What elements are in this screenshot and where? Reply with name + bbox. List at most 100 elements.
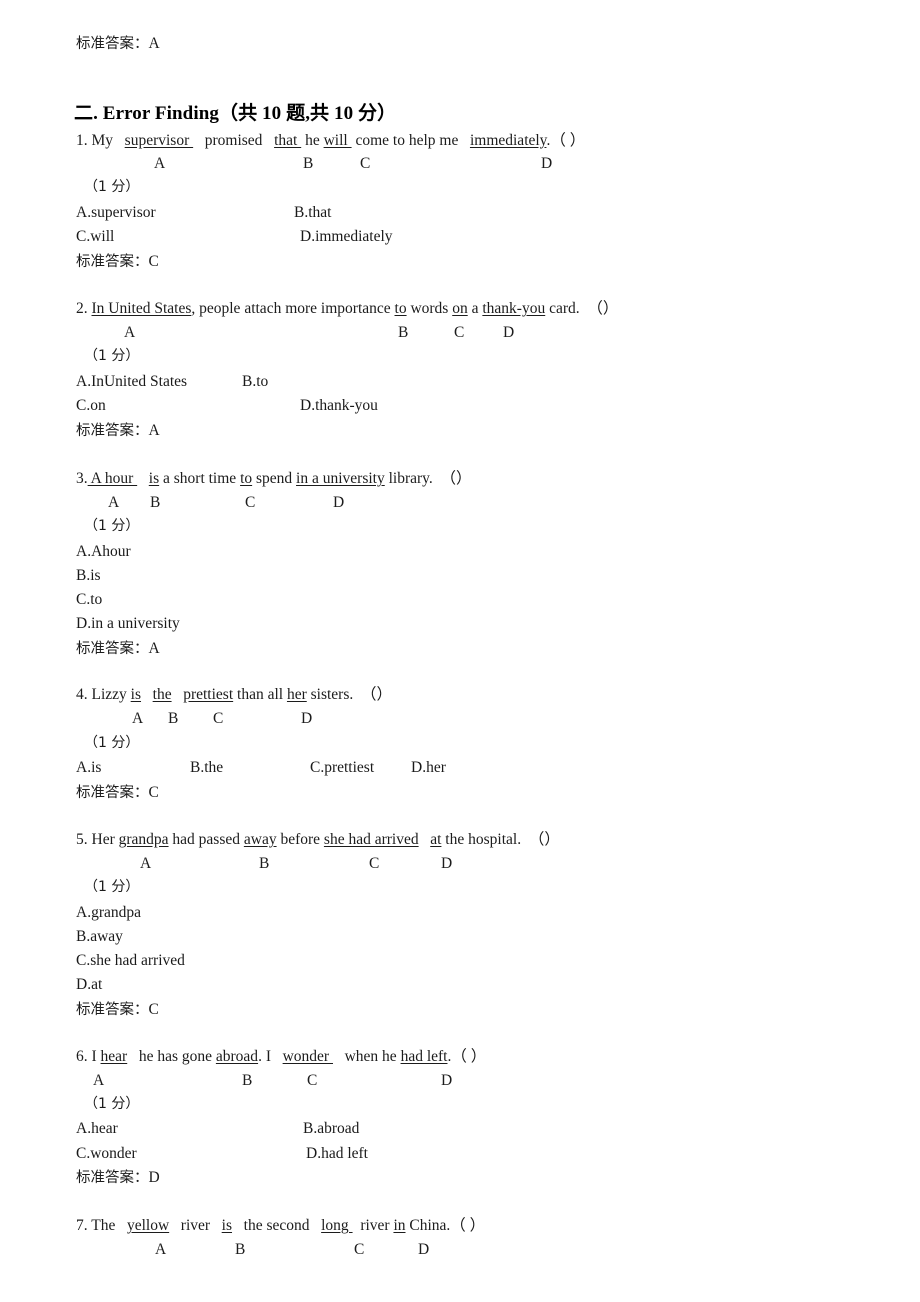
q4-underlined-a: is: [130, 686, 142, 703]
q2-answer-label: 标准答案：: [76, 423, 149, 439]
q3-underlined-d: in a university: [296, 470, 385, 487]
q3-marker-b: B: [150, 494, 161, 511]
q2-option-c[interactable]: C.on: [76, 398, 106, 414]
q1-word-5: he: [305, 132, 324, 149]
q5-marker-d: D: [441, 855, 453, 872]
q7-word-1: The: [91, 1217, 127, 1234]
q2-marker-b: B: [398, 324, 409, 341]
q6-underlined-d: had left: [400, 1048, 448, 1065]
q1-word-7: come to help me: [355, 132, 459, 149]
q1-blank-paren: （ ）: [550, 132, 586, 149]
q3-word-8: library.: [384, 470, 433, 487]
q1-option-b[interactable]: B.that: [294, 205, 331, 221]
q1-underlined-d: immediately: [469, 132, 547, 149]
q3-option-b[interactable]: B.is: [76, 568, 101, 584]
q5-word-5: before: [276, 831, 324, 848]
q7-word-3: river: [169, 1217, 222, 1234]
q2-underlined-a: In United States: [91, 300, 192, 317]
q3-answer-label: 标准答案：: [76, 641, 149, 657]
q4-option-a[interactable]: A.is: [76, 760, 101, 776]
q5-marker-a: A: [140, 855, 152, 872]
q4-option-b[interactable]: B.the: [190, 760, 223, 776]
q3-underlined-a: A hour: [87, 470, 138, 487]
q7-word-5: the second: [232, 1217, 322, 1234]
q6-number: 6.: [76, 1048, 88, 1065]
q5-answer-label: 标准答案：: [76, 1002, 149, 1018]
q1-option-d[interactable]: D.immediately: [300, 229, 393, 245]
q5-underlined-c: she had arrived: [323, 831, 419, 848]
q2-word-8: card.: [545, 300, 580, 317]
q7-marker-d: D: [418, 1241, 430, 1258]
q3-option-a[interactable]: A.Ahour: [76, 544, 131, 560]
document-page: 标准答案：A 二. Error Finding（共 10 题,共 10 分） 1…: [0, 0, 920, 1302]
q1-word-3: promised: [204, 132, 263, 149]
q3-marker-d: D: [333, 494, 345, 511]
q6-answer-value: D: [148, 1169, 160, 1186]
q7-word-9: China.: [405, 1217, 451, 1234]
question-3-stem: 3. A hour is a short time to spend in a …: [76, 471, 472, 487]
q2-number: 2.: [76, 300, 88, 317]
q1-marker-c: C: [360, 155, 371, 172]
q7-underlined-a: yellow: [126, 1217, 170, 1234]
q4-answer-value: C: [148, 784, 159, 801]
q5-underlined-d: at: [430, 831, 442, 848]
q6-answer-label: 标准答案：: [76, 1170, 149, 1186]
q2-option-b[interactable]: B.to: [242, 374, 268, 390]
q3-answer-line: 标准答案：A: [76, 641, 160, 657]
q1-option-c[interactable]: C.will: [76, 229, 114, 245]
q6-option-b[interactable]: B.abroad: [303, 1121, 359, 1137]
q6-underlined-c: wonder: [282, 1048, 333, 1065]
q5-option-a[interactable]: A.grandpa: [76, 905, 141, 921]
q7-underlined-d: in: [393, 1217, 406, 1234]
q4-word-7: than all: [233, 686, 287, 703]
q5-blank-paren: （）: [528, 831, 560, 848]
q4-answer-line: 标准答案：C: [76, 785, 159, 801]
q2-marker-d: D: [503, 324, 515, 341]
q2-option-d[interactable]: D.thank-you: [300, 398, 378, 414]
q6-underlined-b: abroad: [215, 1048, 259, 1065]
q3-number: 3.: [76, 470, 88, 487]
q2-answer-line: 标准答案：A: [76, 423, 160, 439]
q6-word-1: I: [91, 1048, 101, 1065]
q6-option-a[interactable]: A.hear: [76, 1121, 118, 1137]
q5-word-3: had passed: [168, 831, 244, 848]
q4-score: （1 分）: [84, 735, 140, 751]
q1-word-1: My: [91, 132, 114, 149]
q3-answer-value: A: [148, 640, 160, 657]
q4-underlined-d: her: [286, 686, 307, 703]
q4-marker-d: D: [301, 710, 313, 727]
question-1-stem: 1. My supervisor promised that he will c…: [76, 133, 585, 149]
q2-word-6: a: [467, 300, 483, 317]
q1-answer-value: C: [148, 253, 159, 270]
q5-option-c[interactable]: C.she had arrived: [76, 953, 185, 969]
q3-word-4: a short time: [159, 470, 241, 487]
q4-gap-1: [141, 686, 153, 703]
q5-answer-value: C: [148, 1001, 159, 1018]
question-6-stem: 6. I hear he has gone abroad. I wonder w…: [76, 1049, 486, 1065]
q5-option-b[interactable]: B.away: [76, 929, 123, 945]
q1-answer-line: 标准答案：C: [76, 254, 159, 270]
question-2-stem: 2. In United States, people attach more …: [76, 301, 618, 317]
section-heading: 二. Error Finding（共 10 题,共 10 分）: [74, 103, 397, 124]
q2-option-a[interactable]: A.InUnited States: [76, 374, 187, 390]
q5-underlined-a: grandpa: [118, 831, 169, 848]
q7-underlined-c: long: [321, 1217, 353, 1234]
q3-option-c[interactable]: C.to: [76, 592, 102, 608]
q7-marker-a: A: [155, 1241, 167, 1258]
q3-option-d[interactable]: D.in a university: [76, 616, 180, 632]
q5-underlined-b: away: [243, 831, 277, 848]
q6-answer-line: 标准答案：D: [76, 1170, 160, 1186]
q5-number: 5.: [76, 831, 88, 848]
q3-score: （1 分）: [84, 518, 140, 534]
q5-option-d[interactable]: D.at: [76, 977, 102, 993]
q2-marker-c: C: [454, 324, 465, 341]
q6-option-d[interactable]: D.had left: [306, 1146, 368, 1162]
q6-word-5: . I: [258, 1048, 283, 1065]
q4-option-c[interactable]: C.prettiest: [310, 760, 374, 776]
q1-option-a[interactable]: A.supervisor: [76, 205, 156, 221]
q4-option-d[interactable]: D.her: [411, 760, 446, 776]
q6-option-c[interactable]: C.wonder: [76, 1146, 137, 1162]
q1-underlined-b: that: [274, 132, 302, 149]
q2-word-2: , people attach more importance: [191, 300, 395, 317]
q3-blank-paren: （）: [440, 470, 472, 487]
